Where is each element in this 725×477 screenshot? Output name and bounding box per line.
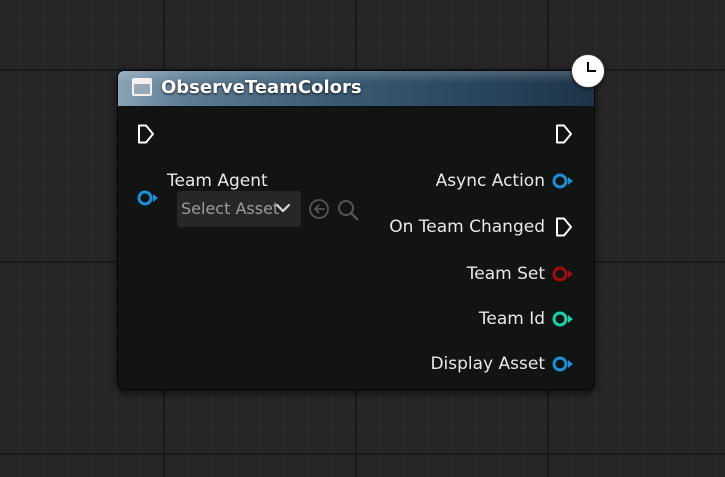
use-selected-asset-icon[interactable] [308, 198, 330, 220]
team-set-label: Team Set [466, 264, 545, 284]
async-action-pin[interactable] [552, 173, 574, 189]
observe-team-colors-node[interactable]: ObserveTeamColors Team Agent Select Asse… [117, 70, 595, 390]
node-title: ObserveTeamColors [161, 77, 362, 98]
display-asset-pin[interactable] [552, 356, 574, 372]
select-asset-dropdown[interactable]: Select Asset [177, 191, 301, 227]
select-asset-value: Select Asset [181, 199, 280, 218]
on-team-changed-exec-pin[interactable] [555, 217, 573, 237]
node-header[interactable]: ObserveTeamColors [118, 71, 594, 107]
clock-hand-minute [587, 70, 596, 72]
search-icon[interactable] [336, 198, 360, 222]
team-agent-pin[interactable] [137, 190, 159, 206]
clock-icon [571, 54, 605, 88]
team-set-pin[interactable] [552, 266, 574, 282]
team-id-pin[interactable] [552, 311, 574, 327]
exec-out-pin[interactable] [555, 124, 573, 144]
function-icon [132, 78, 152, 96]
team-agent-label: Team Agent [167, 171, 268, 191]
team-id-label: Team Id [478, 309, 545, 329]
display-asset-label: Display Asset [430, 354, 545, 374]
on-team-changed-label: On Team Changed [389, 217, 545, 237]
async-action-label: Async Action [435, 171, 545, 191]
exec-in-pin[interactable] [137, 124, 155, 144]
chevron-down-icon [275, 203, 291, 213]
